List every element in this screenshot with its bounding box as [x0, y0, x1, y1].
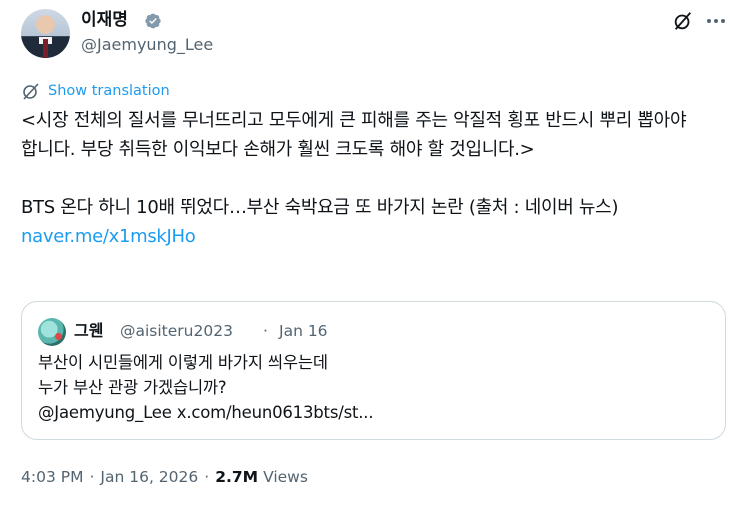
quote-display-name[interactable]: 그웬: [74, 320, 103, 342]
avatar-accent: [55, 333, 62, 340]
tweet-body: <시장 전체의 질서를 무너뜨리고 모두에게 큰 피해를 주는 악질적 횡포 반…: [21, 106, 736, 251]
quote-avatar[interactable]: [38, 318, 66, 346]
quote-line-2: 누가 부산 관광 가겠습니까?: [38, 378, 227, 397]
tweet-link[interactable]: naver.me/x1mskJHo: [21, 226, 196, 247]
verified-badge-icon: [145, 13, 161, 29]
author-avatar[interactable]: [21, 9, 70, 58]
quote-line-3: @Jaemyung_Lee x.com/heun0613bts/st...: [38, 403, 374, 422]
tweet-date[interactable]: Jan 16, 2026: [100, 468, 198, 486]
quote-separator: ·: [263, 322, 268, 340]
grok-icon[interactable]: [672, 10, 694, 32]
quote-text: 부산이 시민들에게 이렇게 바가지 씌우는데누가 부산 관광 가겠습니까? @Ja…: [38, 350, 708, 425]
views-label: Views: [263, 468, 308, 486]
meta-separator: ·: [89, 468, 95, 486]
more-horizontal-icon[interactable]: [703, 9, 729, 33]
views-count[interactable]: 2.7M: [215, 468, 258, 486]
translate-icon: [23, 83, 39, 100]
show-translation-link[interactable]: Show translation: [21, 81, 170, 101]
meta-separator-2: ·: [204, 468, 210, 486]
tweet-text: <시장 전체의 질서를 무너뜨리고 모두에게 큰 피해를 주는 악질적 횡포 반…: [21, 110, 687, 218]
show-translation-label: Show translation: [48, 83, 170, 99]
author-display-name[interactable]: 이재명: [81, 9, 128, 31]
quote-handle[interactable]: @aisiteru2023: [120, 320, 233, 342]
quote-line-1: 부산이 시민들에게 이렇게 바가지 씌우는데: [38, 353, 328, 372]
quoted-tweet[interactable]: 그웬 @aisiteru2023 · Jan 16 부산이 시민들에게 이렇게 …: [21, 301, 726, 440]
quote-date[interactable]: Jan 16: [279, 320, 328, 342]
author-handle[interactable]: @Jaemyung_Lee: [81, 35, 213, 55]
tweet-meta: 4:03 PM · Jan 16, 2026 · 2.7M Views: [21, 466, 308, 488]
avatar-tie: [43, 39, 48, 58]
tweet-time[interactable]: 4:03 PM: [21, 468, 83, 486]
